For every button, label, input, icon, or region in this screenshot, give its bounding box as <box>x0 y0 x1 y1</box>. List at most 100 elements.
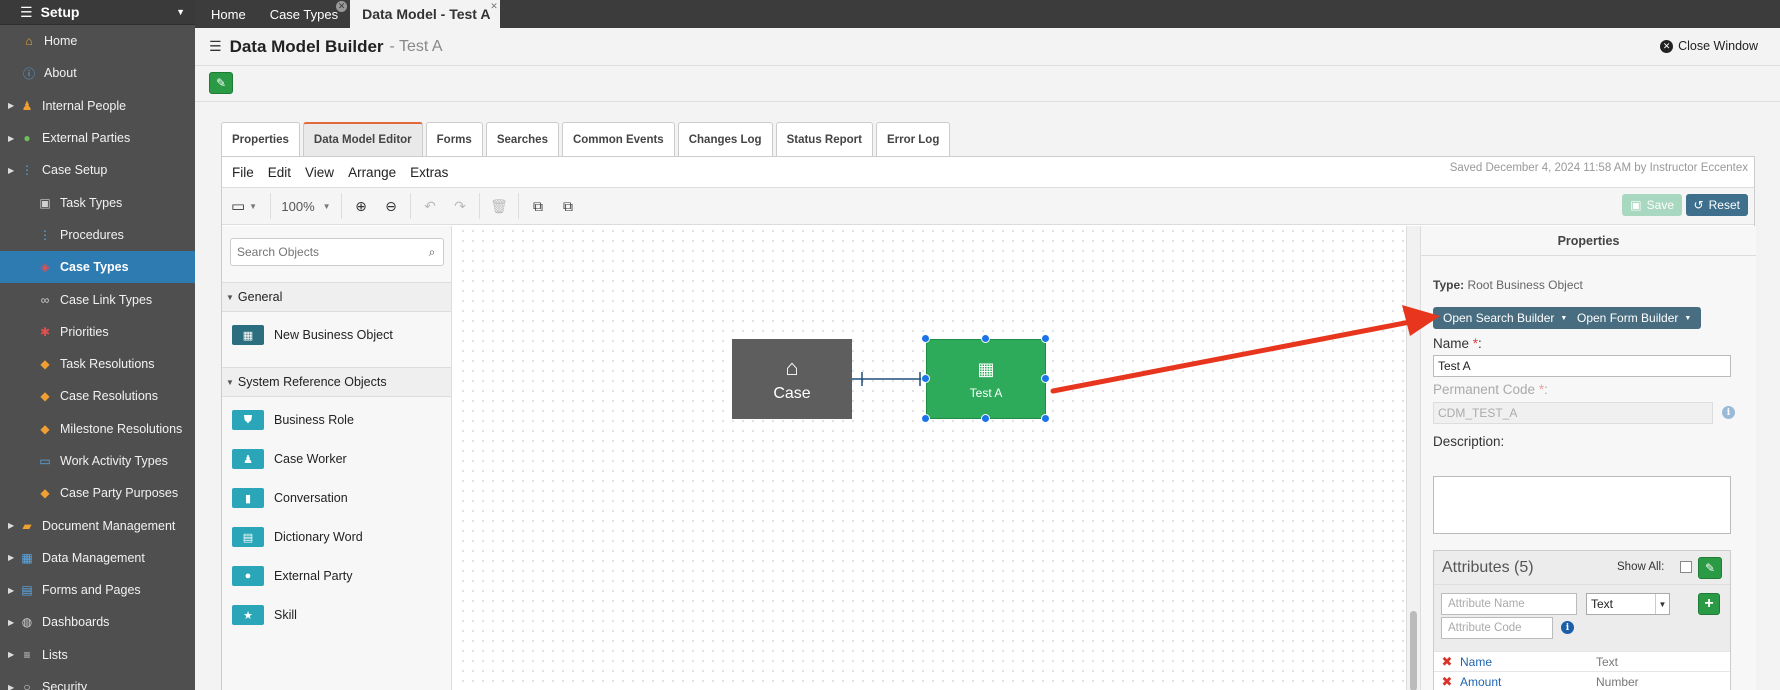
edit-button[interactable]: ✎ <box>209 72 233 94</box>
redo-button[interactable]: ↷ <box>445 193 475 219</box>
sidebar-item-lists[interactable]: ▶ ≡ Lists <box>0 639 195 671</box>
delete-button[interactable]: 🗑 <box>484 193 514 219</box>
object-palette-item[interactable]: ⛊ Business Role <box>232 409 354 431</box>
sidebar-item-external-parties[interactable]: ▶ ● External Parties <box>0 122 195 154</box>
open-search-builder-button[interactable]: Open Search Builder ▼ <box>1433 307 1578 329</box>
object-group-header[interactable]: ▼ System Reference Objects <box>222 367 451 397</box>
name-input[interactable]: Test A <box>1433 355 1731 377</box>
object-palette-item[interactable]: ★ Skill <box>232 604 297 626</box>
attribute-type-select[interactable]: Text ▼ <box>1586 593 1670 615</box>
expand-icon[interactable]: ▶ <box>8 586 18 595</box>
object-palette-item[interactable]: ▮ Conversation <box>232 487 348 509</box>
save-button[interactable]: ▣ Save <box>1622 194 1682 216</box>
sidebar-item-security[interactable]: ▶ ○ Security <box>0 671 195 690</box>
expand-icon[interactable]: ▶ <box>8 521 18 530</box>
zoom-in-button[interactable]: ⊕ <box>346 193 376 219</box>
tab-properties[interactable]: Properties <box>221 122 300 156</box>
resize-handle[interactable] <box>921 334 930 343</box>
description-textarea[interactable] <box>1433 476 1731 534</box>
window-tab[interactable]: Case Types ✕ <box>258 0 348 28</box>
sidebar-item-internal-people[interactable]: ▶ ♟ Internal People <box>0 90 195 122</box>
sidebar-item-priorities[interactable]: ✱ Priorities <box>0 316 195 348</box>
menu-extras[interactable]: Extras <box>410 165 448 180</box>
scrollbar-thumb[interactable] <box>1410 611 1417 690</box>
tab-changes-log[interactable]: Changes Log <box>677 122 773 156</box>
sidebar-item-case-setup[interactable]: ▶ ⋮ Case Setup <box>0 154 195 186</box>
close-window-button[interactable]: ✕ Close Window <box>1660 39 1758 53</box>
delete-icon[interactable]: ✖ <box>1434 654 1460 670</box>
add-attribute-button[interactable]: + <box>1698 593 1720 615</box>
to-back-button[interactable]: ⧉ <box>553 193 583 219</box>
search-objects-input[interactable] <box>231 245 421 259</box>
attribute-name-input[interactable]: Attribute Name <box>1441 593 1577 615</box>
tab-status-report[interactable]: Status Report <box>775 122 873 156</box>
expand-icon[interactable]: ▶ <box>8 166 18 175</box>
attribute-name-link[interactable]: Amount <box>1460 675 1596 689</box>
sidebar-item-case-types[interactable]: ◈ Case Types <box>0 251 195 284</box>
info-icon[interactable]: i <box>1722 406 1735 419</box>
object-group-header[interactable]: ▼ General <box>222 282 451 312</box>
window-tab[interactable]: Data Model - Test A ✕ <box>350 0 501 28</box>
format-panel-button[interactable]: ▭ ▼ <box>222 193 266 219</box>
canvas-scrollbar[interactable] <box>1406 226 1420 690</box>
undo-button[interactable]: ↶ <box>415 193 445 219</box>
delete-icon[interactable]: ✖ <box>1434 674 1460 690</box>
resize-handle[interactable] <box>981 334 990 343</box>
tab-searches[interactable]: Searches <box>485 122 559 156</box>
zoom-select[interactable]: 100% ▼ <box>275 193 337 219</box>
object-palette-item[interactable]: ▦ New Business Object <box>232 324 393 346</box>
open-form-builder-button[interactable]: Open Form Builder ▼ <box>1567 307 1702 329</box>
expand-icon[interactable]: ▶ <box>8 553 18 562</box>
sidebar-item-dashboards[interactable]: ▶ ◍ Dashboards <box>0 606 195 638</box>
expand-icon[interactable]: ▶ <box>8 618 18 627</box>
menu-edit[interactable]: Edit <box>268 165 291 180</box>
expand-icon[interactable]: ▶ <box>8 683 18 690</box>
expand-icon[interactable]: ▶ <box>8 101 18 110</box>
sidebar-item-work-activity-types[interactable]: ▭ Work Activity Types <box>0 445 195 477</box>
menu-arrange[interactable]: Arrange <box>348 165 396 180</box>
to-front-button[interactable]: ⧉ <box>523 193 553 219</box>
expand-icon[interactable]: ▶ <box>8 134 18 143</box>
close-tab-icon[interactable]: ✕ <box>488 1 499 12</box>
tab-data-model-editor[interactable]: Data Model Editor <box>302 122 423 156</box>
sidebar-item-milestone-resolutions[interactable]: ◆ Milestone Resolutions <box>0 413 195 445</box>
close-tab-icon[interactable]: ✕ <box>336 1 348 12</box>
resize-handle[interactable] <box>921 414 930 423</box>
resize-handle[interactable] <box>921 374 930 383</box>
sidebar-item-forms-and-pages[interactable]: ▶ ▤ Forms and Pages <box>0 574 195 606</box>
edit-attributes-button[interactable]: ✎ <box>1698 557 1722 579</box>
resize-handle[interactable] <box>1041 374 1050 383</box>
window-tab[interactable]: Home <box>199 0 256 28</box>
show-all-checkbox[interactable] <box>1680 561 1692 573</box>
sidebar-item-task-resolutions[interactable]: ◆ Task Resolutions <box>0 348 195 380</box>
object-palette-item[interactable]: ● External Party <box>232 565 353 587</box>
sidebar-header[interactable]: ☰ Setup ▼ <box>0 0 195 25</box>
tab-error-log[interactable]: Error Log <box>875 122 951 156</box>
sidebar-item-about[interactable]: ⓘ About <box>0 57 195 89</box>
object-palette-item[interactable]: ▤ Dictionary Word <box>232 526 363 548</box>
sidebar-item-case-party-purposes[interactable]: ◆ Case Party Purposes <box>0 477 195 509</box>
resize-handle[interactable] <box>1041 414 1050 423</box>
attribute-code-input[interactable]: Attribute Code <box>1441 617 1553 639</box>
sidebar-item-case-link-types[interactable]: ∞ Case Link Types <box>0 283 195 315</box>
menu-view[interactable]: View <box>305 165 334 180</box>
resize-handle[interactable] <box>1041 334 1050 343</box>
menu-file[interactable]: File <box>232 165 254 180</box>
business-object-node[interactable]: ▦ Test A <box>926 339 1046 419</box>
reset-button[interactable]: ↺ Reset <box>1685 194 1748 216</box>
search-icon[interactable]: ⌕ <box>421 245 443 260</box>
info-icon[interactable]: i <box>1561 621 1574 634</box>
tab-forms[interactable]: Forms <box>425 122 483 156</box>
tab-common-events[interactable]: Common Events <box>561 122 675 156</box>
object-palette-item[interactable]: ♟ Case Worker <box>232 448 347 470</box>
sidebar-item-home[interactable]: ⌂ Home <box>0 25 195 57</box>
sidebar-item-data-management[interactable]: ▶ ▦ Data Management <box>0 542 195 574</box>
diagram-canvas[interactable]: ⌂ Case ▦ Test A <box>458 226 1408 690</box>
resize-handle[interactable] <box>981 414 990 423</box>
case-node[interactable]: ⌂ Case <box>732 339 852 419</box>
zoom-out-button[interactable]: ⊖ <box>376 193 406 219</box>
sidebar-item-procedures[interactable]: ⋮ Procedures <box>0 219 195 251</box>
attribute-name-link[interactable]: Name <box>1460 655 1596 669</box>
sidebar-item-document-management[interactable]: ▶ ▰ Document Management <box>0 509 195 541</box>
sidebar-item-case-resolutions[interactable]: ◆ Case Resolutions <box>0 380 195 412</box>
